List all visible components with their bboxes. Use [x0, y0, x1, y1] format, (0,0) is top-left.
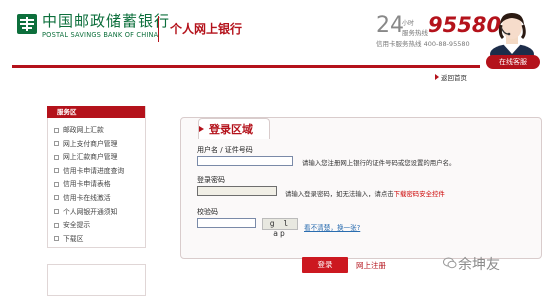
- bullet-icon: [54, 195, 59, 201]
- sidebar-item-label: 个人网银开通须知: [63, 207, 118, 216]
- sidebar-item-download[interactable]: 下载区: [54, 233, 124, 247]
- customer-service-agent-icon: [490, 13, 534, 56]
- bullet-icon: [54, 236, 59, 242]
- service-hotline-label: 服务热线: [402, 29, 428, 37]
- captcha-image[interactable]: g l ap: [262, 218, 298, 238]
- bank-name-cn: 中国邮政储蓄银行: [42, 12, 171, 30]
- bullet-icon: [54, 154, 59, 160]
- sidebar-item-payment-merchant[interactable]: 网上支付商户管理: [54, 138, 124, 152]
- username-input[interactable]: [197, 156, 293, 166]
- sidebar-item-remittance-merchant[interactable]: 网上汇款商户管理: [54, 151, 124, 165]
- sidebar-item-card-activation[interactable]: 信用卡在线激活: [54, 192, 124, 206]
- home-arrow-icon: [435, 74, 439, 80]
- captcha-input[interactable]: [197, 218, 256, 228]
- sidebar-item-open-notice[interactable]: 个人网银开通须知: [54, 206, 124, 220]
- sidebar-item-label: 信用卡申请进度查询: [63, 166, 125, 175]
- bullet-icon: [54, 209, 59, 215]
- username-label: 用户名 / 证件号码: [197, 146, 253, 154]
- sidebar-item-remittance[interactable]: 邮政网上汇款: [54, 124, 124, 138]
- login-button[interactable]: 登录: [302, 257, 348, 273]
- sidebar-item-label: 网上支付商户管理: [63, 139, 118, 148]
- sidebar-item-label: 网上汇款商户管理: [63, 153, 118, 162]
- sidebar-item-card-form[interactable]: 信用卡申请表格: [54, 178, 124, 192]
- tab-arrow-icon: [199, 126, 204, 132]
- sidebar-item-label: 信用卡在线激活: [63, 193, 111, 202]
- bullet-icon: [54, 181, 59, 187]
- username-hint: 请输入您注册网上银行的证件号码或您设置的用户名。: [302, 159, 456, 167]
- sidebar-title: 服务区: [47, 106, 145, 118]
- header-divider: [158, 16, 159, 42]
- captcha-label: 校验码: [197, 208, 218, 216]
- sidebar-item-card-progress[interactable]: 信用卡申请进度查询: [54, 165, 124, 179]
- wechat-watermark-icon: [443, 257, 457, 269]
- page-title: 个人网上银行: [170, 22, 243, 36]
- password-input[interactable]: [197, 186, 277, 196]
- sidebar-item-label: 信用卡申请表格: [63, 180, 111, 189]
- sidebar-item-security-tips[interactable]: 安全提示: [54, 219, 124, 233]
- hours-number: 24: [376, 13, 404, 38]
- refresh-captcha-link[interactable]: 看不清楚，换一张?: [304, 222, 360, 232]
- download-security-control-link[interactable]: 下载密码安全控件: [394, 190, 445, 198]
- bullet-icon: [54, 168, 59, 174]
- sidebar-item-label: 下载区: [63, 234, 84, 243]
- password-label: 登录密码: [197, 176, 225, 184]
- watermark-text: 余坤友: [458, 257, 500, 273]
- bank-name-en: POSTAL SAVINGS BANK OF CHINA: [42, 31, 159, 39]
- postal-bank-logo-icon: [17, 14, 37, 34]
- sidebar-item-label: 邮政网上汇款: [63, 126, 104, 134]
- hours-sub-label: 小时: [402, 20, 415, 27]
- bullet-icon: [54, 127, 59, 133]
- return-home-link[interactable]: 返回首页: [441, 72, 467, 82]
- login-tab-title: 登录区域: [209, 123, 253, 136]
- bullet-icon: [54, 222, 59, 228]
- sidebar-menu: 邮政网上汇款 网上支付商户管理 网上汇款商户管理 信用卡申请进度查询 信用卡申请…: [54, 124, 124, 246]
- password-hint-text: 请输入登录密码，如无法输入，请点击: [285, 190, 394, 198]
- header-red-rule: [12, 65, 480, 68]
- credit-card-hotline: 信用卡服务热线 400-88-95580: [376, 40, 470, 48]
- register-link[interactable]: 网上注册: [356, 260, 386, 271]
- online-service-button[interactable]: 在线客服: [486, 55, 540, 69]
- sidebar-item-label: 安全提示: [63, 221, 91, 230]
- sidebar-lower-box: [47, 264, 146, 296]
- bullet-icon: [54, 141, 59, 147]
- password-hint: 请输入登录密码，如无法输入，请点击下载密码安全控件: [285, 189, 445, 198]
